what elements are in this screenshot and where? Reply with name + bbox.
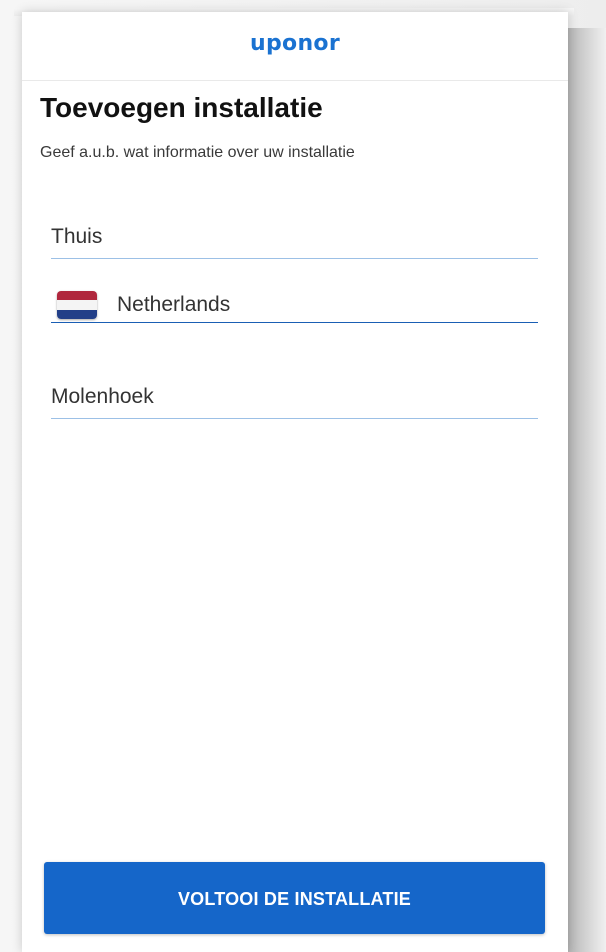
country-value: Netherlands [117, 293, 231, 316]
page-title: Toevoegen installatie [40, 92, 323, 123]
city-value: Molenhoek [51, 385, 154, 408]
uponor-logo: uponor [250, 31, 340, 56]
app-header: uponor [22, 12, 568, 81]
app-stage: uponor Toevoegen installatie Geef a.u.b.… [0, 0, 606, 952]
netherlands-flag-icon [57, 291, 97, 319]
complete-installation-button[interactable]: VOLTOOI DE INSTALLATIE [44, 862, 545, 934]
device-screen: uponor Toevoegen installatie Geef a.u.b.… [22, 12, 568, 952]
page-subtitle: Geef a.u.b. wat informatie over uw insta… [40, 144, 355, 161]
installation-name-field[interactable]: Thuis [51, 224, 538, 259]
city-field[interactable]: Molenhoek [51, 384, 538, 419]
country-selector[interactable]: Netherlands [51, 288, 538, 323]
installation-name-value: Thuis [51, 225, 103, 248]
